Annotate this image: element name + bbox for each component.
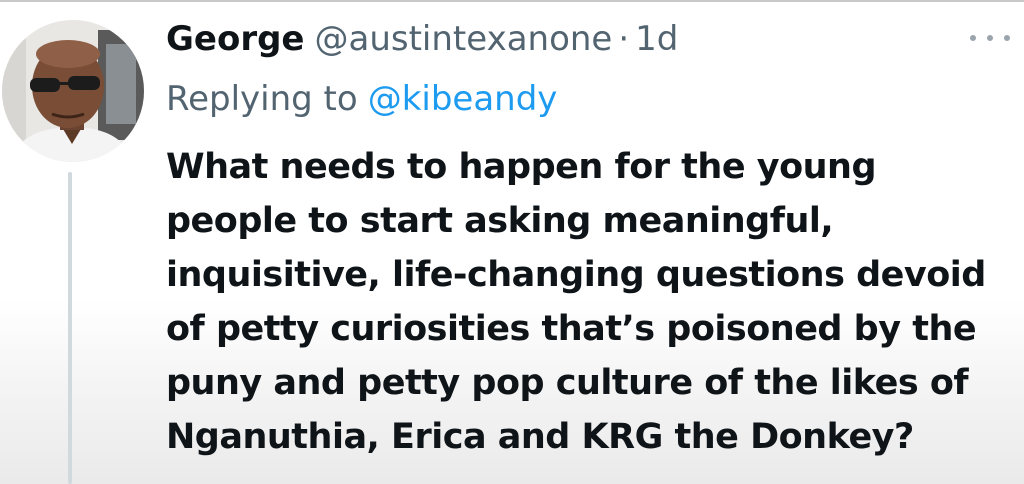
- more-horizontal-icon[interactable]: [970, 28, 1010, 48]
- display-name[interactable]: George: [166, 14, 305, 64]
- thread-connector-line: [68, 172, 72, 484]
- more-dot: [970, 35, 976, 41]
- replying-to: Replying to @kibeandy: [166, 74, 557, 124]
- user-handle[interactable]: @austintexanone: [315, 14, 613, 64]
- reply-mention-link[interactable]: @kibeandy: [368, 79, 558, 119]
- tweet-text-line: puny and petty pop culture of the likes …: [166, 363, 969, 403]
- more-dot: [987, 35, 993, 41]
- avatar-photo: [2, 20, 144, 162]
- timestamp[interactable]: 1d: [635, 14, 678, 64]
- avatar[interactable]: [2, 20, 144, 162]
- tweet-text-line: people to start asking meaningful,: [166, 201, 834, 241]
- tweet-text-line: What needs to happen for the young: [166, 147, 877, 187]
- replying-to-label: Replying to: [166, 79, 358, 119]
- top-divider: [0, 0, 1024, 2]
- tweet-header: George @austintexanone · 1d: [166, 14, 678, 64]
- tweet-text: What needs to happen for the young peopl…: [166, 140, 1016, 464]
- more-dot: [1004, 35, 1010, 41]
- tweet-card[interactable]: George @austintexanone · 1d Replying to @…: [0, 0, 1024, 484]
- separator-dot: ·: [618, 19, 630, 59]
- tweet-text-line: of petty curiosities that’s poisoned by …: [166, 309, 977, 349]
- tweet-text-line: Nganuthia, Erica and KRG the Donkey?: [166, 417, 914, 457]
- tweet-text-line: inquisitive, life-changing questions dev…: [166, 255, 986, 295]
